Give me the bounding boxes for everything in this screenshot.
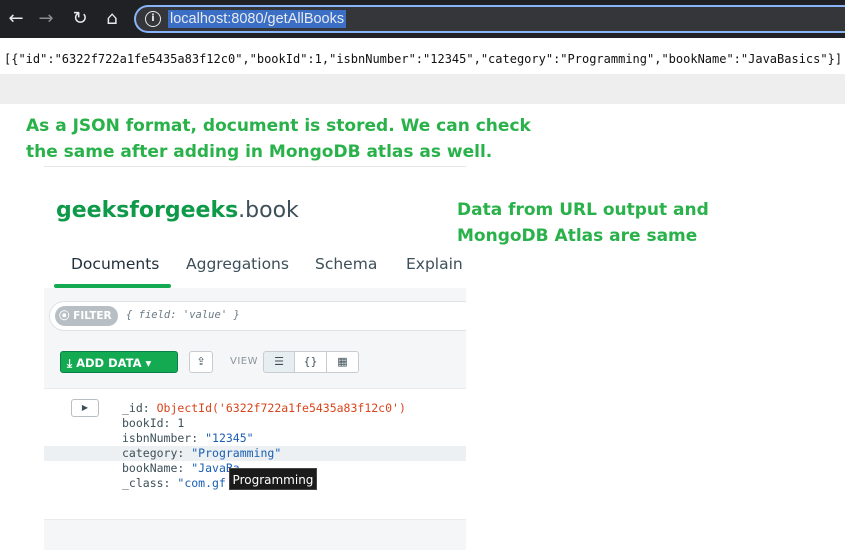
field-key: bookName:: [122, 461, 192, 475]
field-isbnnumber[interactable]: isbnNumber: "12345": [44, 431, 466, 446]
field-key: isbnNumber:: [122, 431, 206, 445]
add-data-label: ADD DATA: [76, 356, 142, 370]
back-arrow-icon[interactable]: ←: [4, 7, 28, 31]
field-bookid[interactable]: bookId: 1: [44, 416, 466, 431]
field-value: "com.gf: [177, 476, 226, 490]
annotation-json-stored: As a JSON format, document is stored. We…: [26, 116, 531, 162]
field-key: _id:: [122, 401, 157, 415]
address-bar[interactable]: i localhost:8080/getAllBooks: [134, 5, 845, 33]
divider: [44, 166, 466, 167]
table-view-button[interactable]: ▦: [327, 351, 359, 373]
export-button[interactable]: ⇪: [189, 351, 213, 373]
download-icon: ⤓: [67, 356, 73, 370]
list-icon: ☰: [274, 355, 284, 368]
field-value: 1: [177, 416, 185, 430]
filter-label: FILTER: [73, 310, 112, 322]
field-id[interactable]: _id: ObjectId('6322f722a1fe5435a83f12c0'…: [44, 401, 466, 416]
database-name: geeksforgeeks: [56, 198, 239, 223]
caret-down-icon: ▾: [145, 356, 152, 370]
filter-input[interactable]: ⦿ FILTER { field: 'value' }: [49, 301, 466, 331]
table-icon: ▦: [337, 355, 348, 368]
reload-icon[interactable]: ↻: [68, 7, 92, 31]
filter-placeholder: { field: 'value' }: [126, 309, 240, 321]
documents-toolbar: ⤓ ADD DATA ▾ ⇪ VIEW ☰ {} ▦: [44, 346, 466, 380]
page-bottom-band: [0, 74, 845, 104]
field-value: "12345": [205, 431, 254, 445]
field-category[interactable]: category: "Programming": [44, 446, 466, 461]
tab-documents[interactable]: Documents: [71, 255, 159, 273]
url-text[interactable]: localhost:8080/getAllBooks: [168, 10, 347, 28]
value-tooltip: Programming: [229, 468, 317, 490]
home-icon[interactable]: ⌂: [100, 7, 124, 31]
field-value: ObjectId('6322f722a1fe5435a83f12c0'): [156, 401, 406, 415]
tab-schema[interactable]: Schema: [315, 255, 377, 273]
tab-explain[interactable]: Explain: [406, 255, 463, 273]
add-data-button[interactable]: ⤓ ADD DATA ▾: [60, 351, 178, 373]
document-card: ▶ _id: ObjectId('6322f722a1fe5435a83f12c…: [44, 388, 466, 520]
forward-arrow-icon[interactable]: →: [34, 7, 58, 31]
collection-name: .book: [238, 198, 299, 223]
filter-badge[interactable]: ⦿ FILTER: [55, 306, 118, 326]
field-value: "Programming": [191, 446, 282, 460]
view-label: VIEW: [230, 356, 258, 367]
info-icon[interactable]: i: [145, 11, 161, 27]
braces-icon: {}: [303, 355, 318, 368]
field-key: bookId:: [122, 416, 178, 430]
namespace-title: geeksforgeeks.book: [56, 198, 299, 223]
field-key: _class:: [122, 476, 178, 490]
field-key: category:: [122, 446, 192, 460]
collection-tabs: Documents Aggregations Schema Explain: [44, 244, 466, 288]
annotation-data-same: Data from URL output and MongoDB Atlas a…: [457, 200, 709, 246]
browser-toolbar: ← → ↻ ⌂ i localhost:8080/getAllBooks: [0, 0, 845, 38]
documents-panel: ⦿ FILTER { field: 'value' } ⤓ ADD DATA ▾…: [44, 288, 466, 550]
list-view-button[interactable]: ☰: [263, 351, 295, 373]
export-icon: ⇪: [196, 355, 206, 368]
json-view-button[interactable]: {}: [295, 351, 327, 373]
json-response-text: [{"id":"6322f722a1fe5435a83f12c0","bookI…: [4, 52, 843, 66]
tab-aggregations[interactable]: Aggregations: [186, 255, 289, 273]
